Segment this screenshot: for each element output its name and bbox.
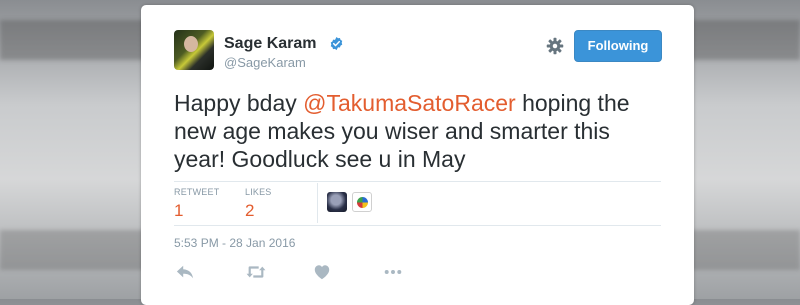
timestamp[interactable]: 5:53 PM - 28 Jan 2016 [174, 236, 295, 250]
heart-icon[interactable] [311, 263, 333, 281]
retweet-icon[interactable] [245, 263, 267, 281]
retweet-stat[interactable]: RETWEET 1 [174, 187, 219, 221]
author-name[interactable]: Sage Karam [224, 35, 317, 53]
retweet-count: 1 [174, 201, 184, 220]
likes-stat[interactable]: LIKES 2 [245, 187, 272, 221]
likes-label: LIKES [245, 187, 272, 197]
divider [174, 181, 661, 182]
tweet-card: Sage Karam @SageKaram Following Happy bd… [141, 5, 694, 305]
retweet-label: RETWEET [174, 187, 220, 197]
tweet-text: Happy bday @TakumaSatoRacer hoping the n… [174, 89, 664, 173]
tweet-text-start: Happy bday [174, 90, 304, 116]
divider [174, 225, 661, 226]
liker-avatar[interactable] [327, 192, 347, 212]
more-dots-icon[interactable] [382, 263, 404, 281]
avatar[interactable] [174, 30, 214, 70]
likes-count: 2 [245, 201, 255, 220]
author-handle[interactable]: @SageKaram [224, 55, 306, 70]
gear-icon[interactable] [546, 37, 564, 55]
divider [317, 183, 318, 223]
reply-icon[interactable] [174, 263, 196, 281]
mention-link[interactable]: @TakumaSatoRacer [303, 90, 516, 116]
liker-avatar[interactable] [352, 192, 372, 212]
verified-badge-icon [330, 36, 343, 51]
following-button[interactable]: Following [574, 30, 662, 62]
